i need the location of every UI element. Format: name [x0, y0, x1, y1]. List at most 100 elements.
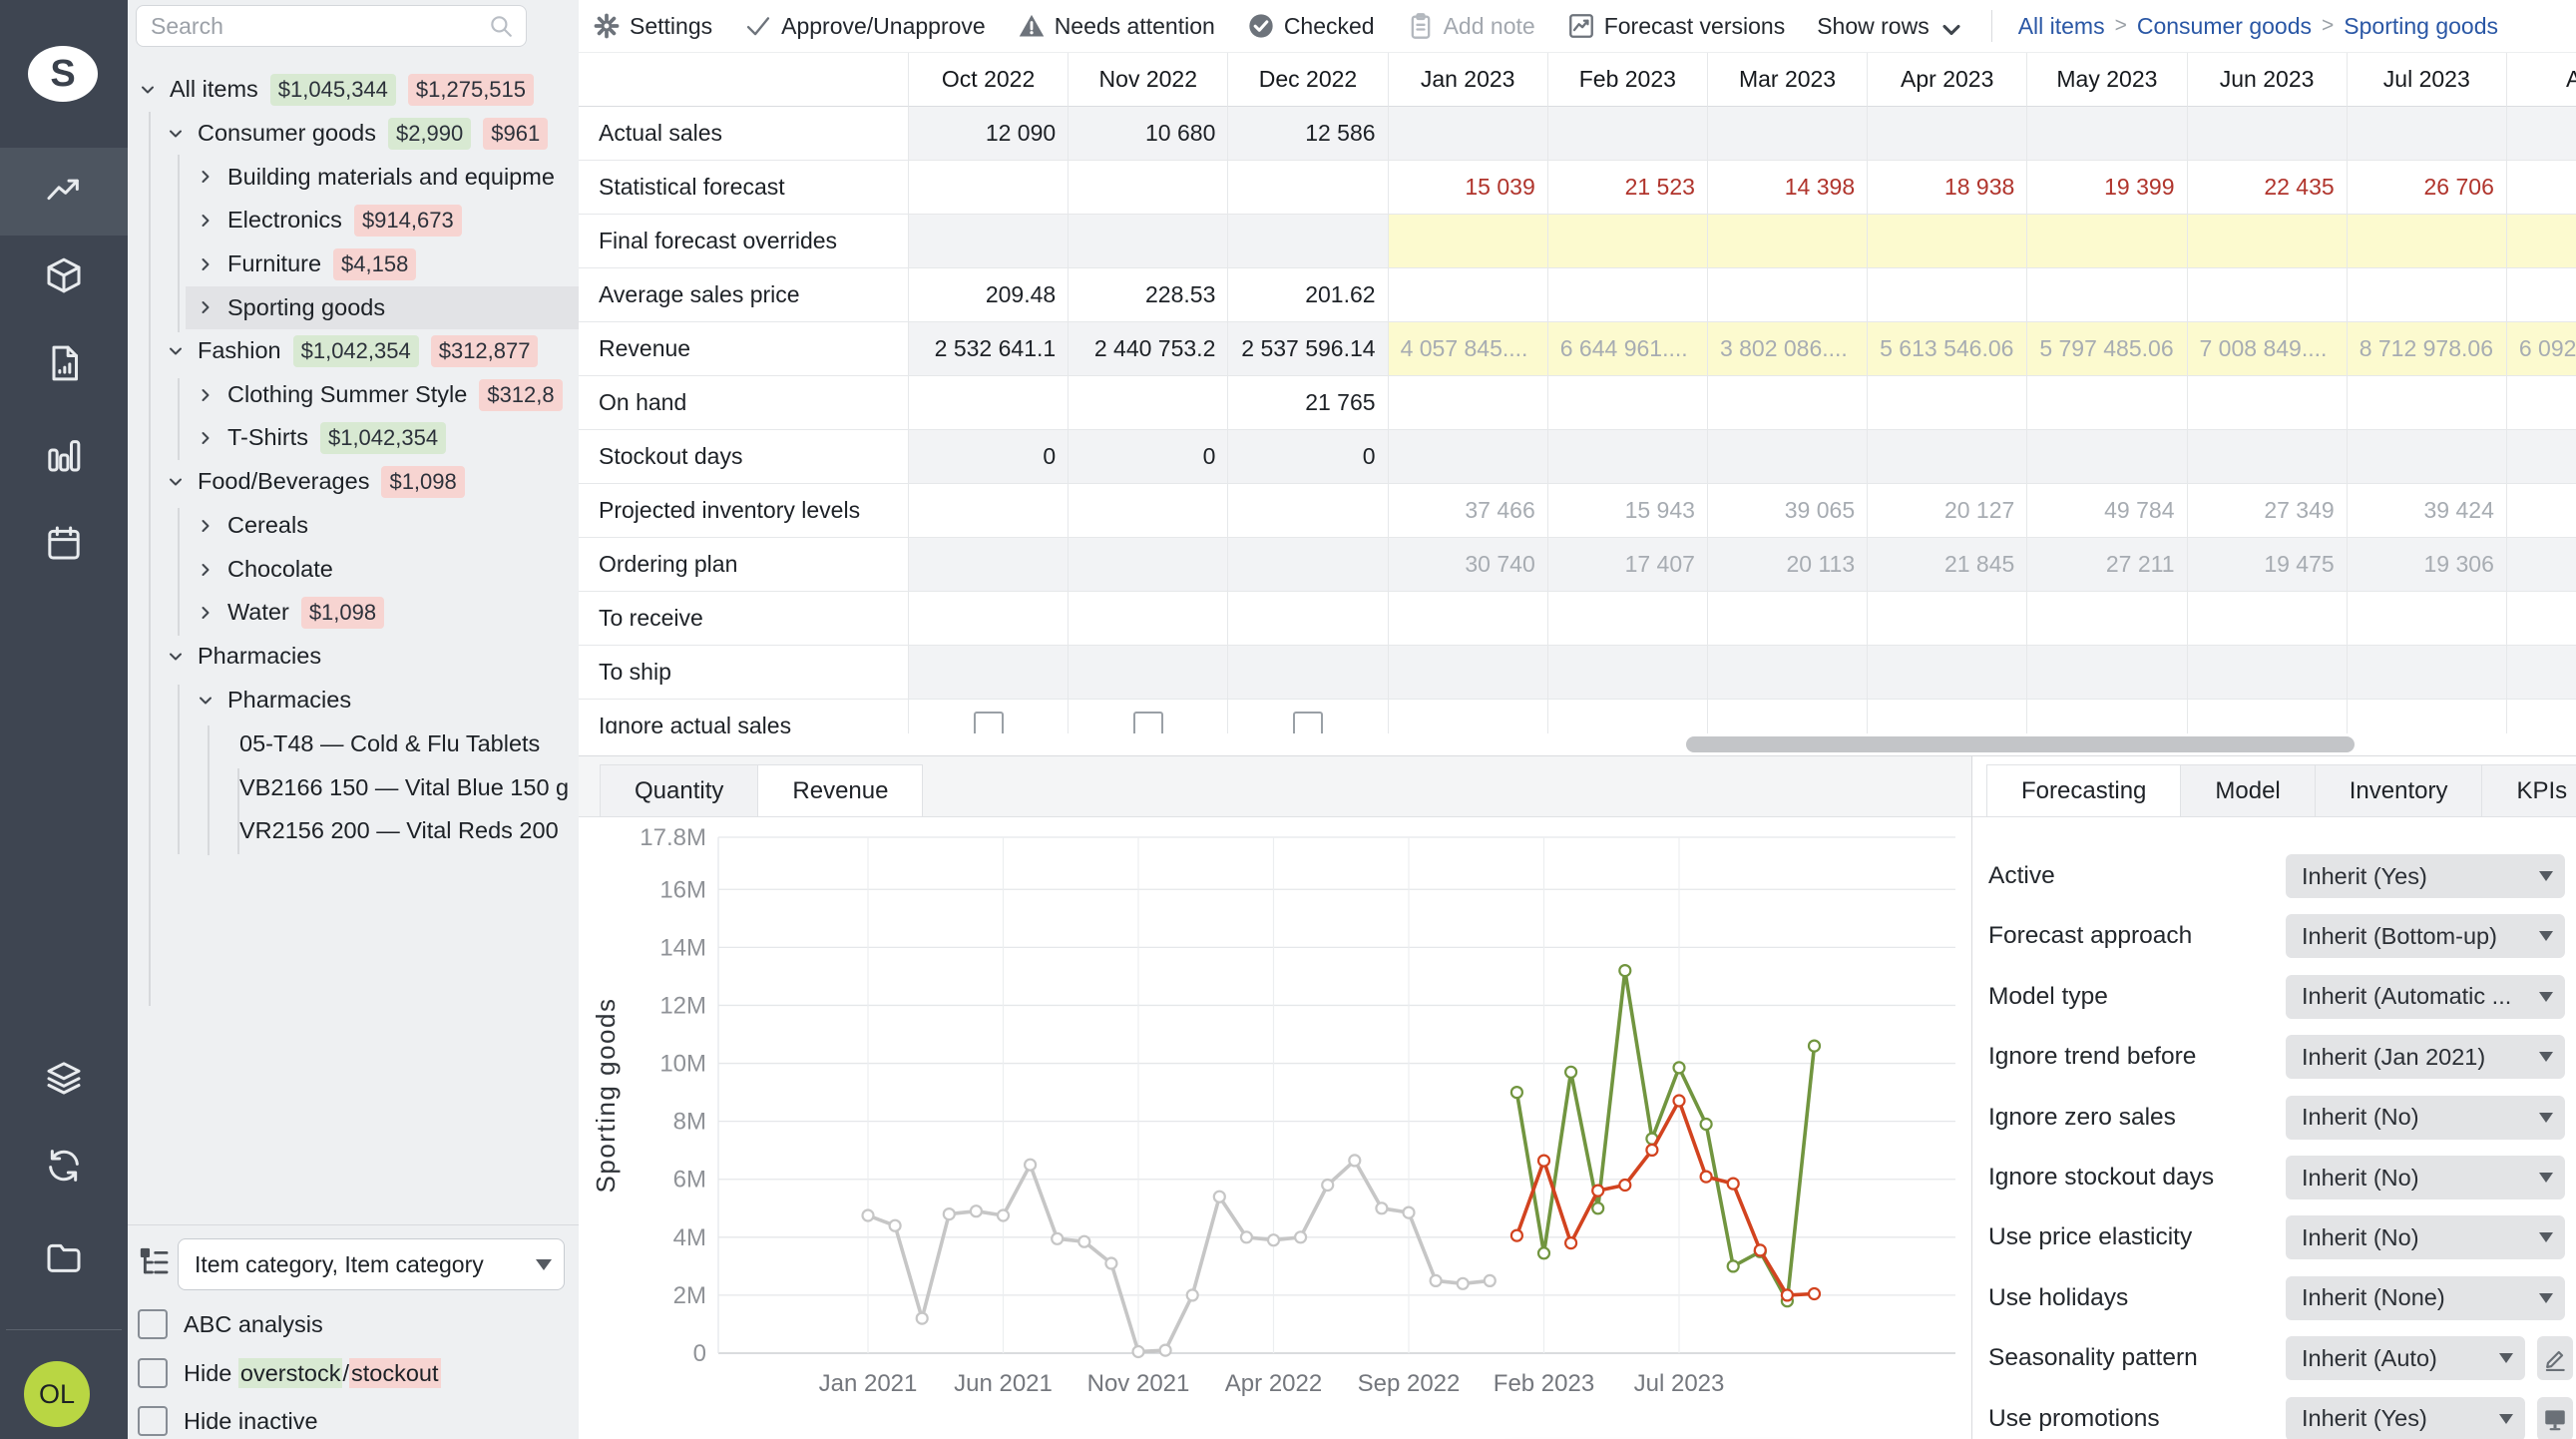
table-cell[interactable] [1868, 107, 2027, 161]
table-cell[interactable]: 39 424 [2348, 484, 2507, 538]
search-input[interactable] [149, 12, 488, 41]
table-cell[interactable]: 18 938 [1868, 161, 2027, 215]
table-cell[interactable]: 19 306 [2348, 538, 2507, 592]
table-cell[interactable]: 30 740 [1389, 538, 1548, 592]
nav-item-doc-chart[interactable] [0, 319, 128, 407]
toolbar-needs-attention[interactable]: Needs attention [1018, 12, 1215, 40]
setting-dropdown[interactable]: Inherit (No) [2286, 1215, 2565, 1259]
table-cell[interactable] [909, 215, 1069, 268]
chart-tab-quantity[interactable]: Quantity [600, 764, 758, 817]
table-cell[interactable] [1069, 592, 1228, 646]
table-cell[interactable] [2188, 107, 2348, 161]
setting-dropdown[interactable]: Inherit (None) [2286, 1276, 2565, 1320]
table-cell[interactable] [1548, 430, 1708, 484]
nav-item-cube[interactable] [0, 232, 128, 319]
table-cell[interactable]: 20 127 [1868, 484, 2027, 538]
table-cell[interactable] [1228, 592, 1388, 646]
table-cell[interactable]: 7 008 849.... [2188, 322, 2348, 376]
setting-dropdown[interactable]: Inherit (Auto) [2286, 1336, 2525, 1380]
setting-dropdown[interactable]: Inherit (Yes) [2286, 1397, 2525, 1439]
table-cell[interactable] [1069, 538, 1228, 592]
table-cell[interactable]: 39 065 [1708, 484, 1868, 538]
setting-dropdown[interactable]: Inherit (Yes) [2286, 854, 2565, 898]
chart-tab-revenue[interactable]: Revenue [757, 764, 923, 817]
tree-item-electronics[interactable]: Electronics$914,673 [128, 199, 579, 242]
tree-item-cereals[interactable]: Cereals [128, 504, 579, 548]
table-cell[interactable]: 20 113 [1708, 538, 1868, 592]
table-cell[interactable]: 37 466 [1389, 484, 1548, 538]
table-cell[interactable] [2027, 592, 2187, 646]
tree-item-chocolate[interactable]: Chocolate [128, 548, 579, 592]
table-cell[interactable] [1069, 484, 1228, 538]
table-cell[interactable] [1228, 484, 1388, 538]
table-cell[interactable] [2027, 376, 2187, 430]
table-cell[interactable] [1868, 646, 2027, 700]
table-cell[interactable]: 19 399 [2027, 161, 2187, 215]
table-cell[interactable] [1389, 592, 1548, 646]
table-cell[interactable]: 27 349 [2188, 484, 2348, 538]
table-cell[interactable]: 22 435 [2188, 161, 2348, 215]
table-cell[interactable] [1868, 215, 2027, 268]
table-cell[interactable]: 49 784 [2027, 484, 2187, 538]
table-cell[interactable] [1708, 376, 1868, 430]
table-cell[interactable]: 209.48 [909, 268, 1069, 322]
table-cell[interactable] [909, 484, 1069, 538]
table-cell[interactable]: 0 [909, 430, 1069, 484]
settings-tab-model[interactable]: Model [2180, 764, 2315, 817]
pencil-button[interactable] [2537, 1336, 2573, 1380]
breadcrumb-link[interactable]: All items [2018, 13, 2105, 40]
table-cell[interactable]: 6 092 [2507, 322, 2576, 376]
toolbar-add-note[interactable]: Add note [1407, 12, 1535, 40]
table-cell[interactable] [1389, 215, 1548, 268]
tree-item-vb2166-150-vital-blue-150-g[interactable]: VB2166 150 — Vital Blue 150 g [128, 765, 579, 809]
table-cell[interactable] [2027, 646, 2187, 700]
table-cell[interactable] [2188, 215, 2348, 268]
table-cell[interactable]: 12 090 [909, 107, 1069, 161]
table-cell[interactable] [1708, 430, 1868, 484]
table-cell[interactable] [909, 376, 1069, 430]
table-cell[interactable] [2027, 107, 2187, 161]
table-cell[interactable] [2507, 538, 2576, 592]
table-cell[interactable] [2507, 484, 2576, 538]
table-cell[interactable] [1708, 646, 1868, 700]
table-cell[interactable] [2027, 268, 2187, 322]
scrollbar-thumb[interactable] [1686, 736, 2355, 752]
table-cell[interactable] [1389, 646, 1548, 700]
table-cell[interactable] [909, 646, 1069, 700]
table-cell[interactable] [1069, 376, 1228, 430]
cell-checkbox[interactable] [974, 712, 1004, 734]
breadcrumb-link[interactable]: Sporting goods [2344, 13, 2498, 40]
table-cell[interactable] [2507, 268, 2576, 322]
tree-item-water[interactable]: Water$1,098 [128, 591, 579, 635]
table-cell[interactable] [1228, 161, 1388, 215]
table-cell[interactable] [1548, 376, 1708, 430]
table-cell[interactable] [1228, 538, 1388, 592]
table-cell[interactable] [1389, 700, 1548, 733]
table-cell[interactable] [1069, 646, 1228, 700]
nav-item-bar-chart[interactable] [0, 411, 128, 499]
table-cell[interactable]: 2 537 596.14 [1228, 322, 1388, 376]
table-cell[interactable] [1548, 268, 1708, 322]
settings-tab-kpis[interactable]: KPIs [2481, 764, 2576, 817]
table-cell[interactable] [2188, 268, 2348, 322]
table-cell[interactable] [1548, 592, 1708, 646]
table-cell[interactable]: 0 [1228, 430, 1388, 484]
table-cell[interactable]: 17 407 [1548, 538, 1708, 592]
checkbox[interactable] [138, 1309, 168, 1339]
table-cell[interactable]: 5 613 546.06 [1868, 322, 2027, 376]
table-cell[interactable] [1228, 646, 1388, 700]
setting-dropdown[interactable]: Inherit (No) [2286, 1156, 2565, 1199]
table-cell[interactable]: 2 440 753.2 [1069, 322, 1228, 376]
table-cell[interactable]: 14 398 [1708, 161, 1868, 215]
table-cell[interactable] [1548, 215, 1708, 268]
table-cell[interactable] [2507, 107, 2576, 161]
nav-item-calendar[interactable] [0, 499, 128, 587]
cell-checkbox[interactable] [1133, 712, 1163, 734]
table-cell[interactable] [909, 538, 1069, 592]
table-cell[interactable]: 5 797 485.06 [2027, 322, 2187, 376]
table-cell[interactable] [2188, 700, 2348, 733]
cell-checkbox[interactable] [1293, 712, 1323, 734]
setting-dropdown[interactable]: Inherit (Bottom-up) [2286, 914, 2565, 958]
table-cell[interactable] [2507, 376, 2576, 430]
table-cell[interactable] [1708, 215, 1868, 268]
